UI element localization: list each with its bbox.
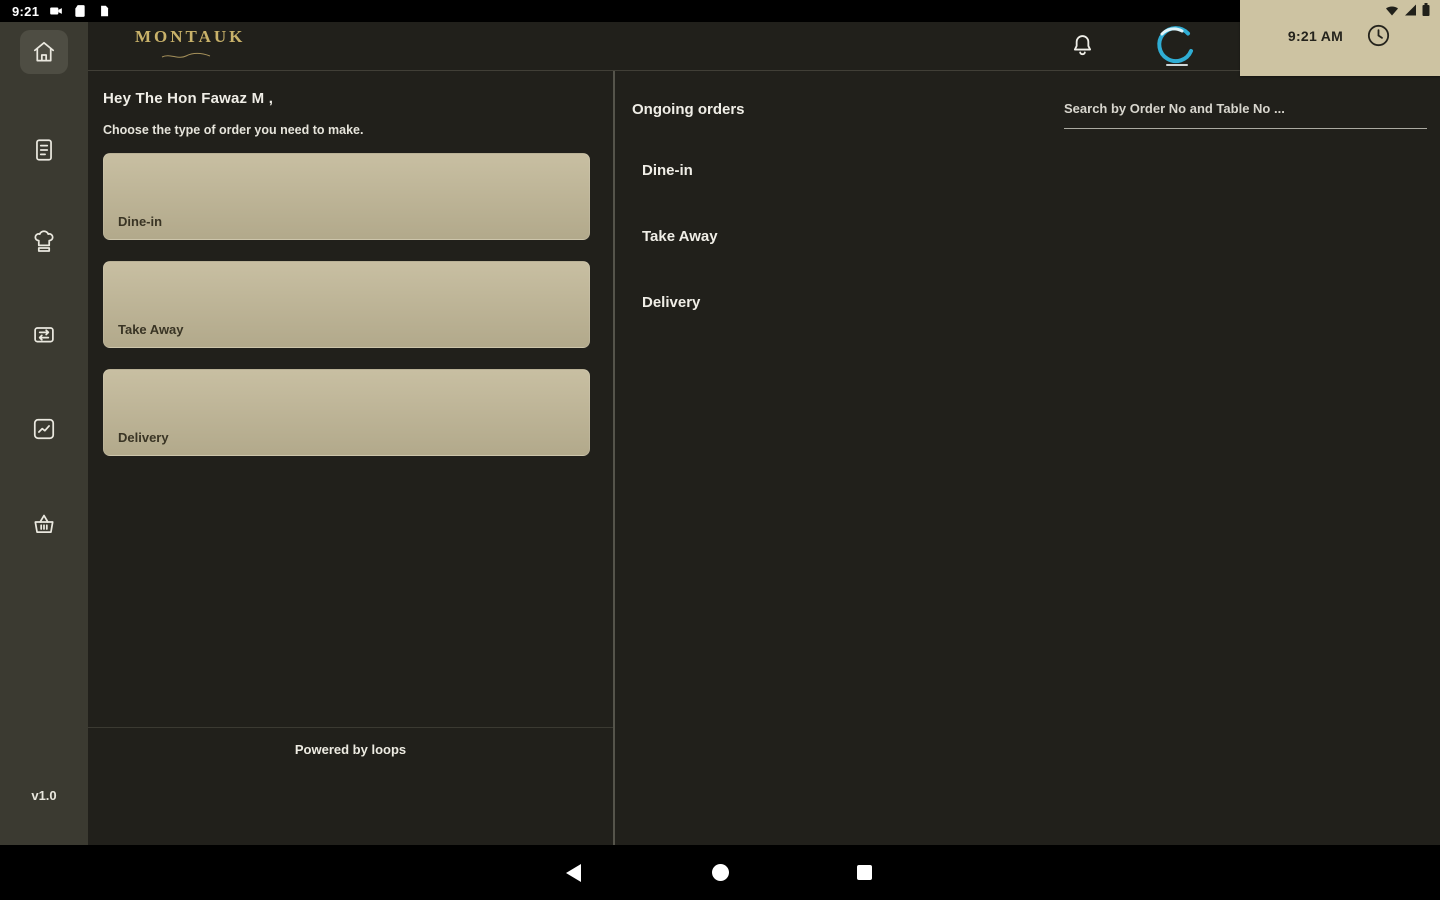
ongoing-orders-panel: Ongoing orders Dine-in Take Away Deliver… [615,71,1440,845]
sidebar-item-kitchen[interactable] [20,221,68,265]
sidebar-item-bills[interactable] [20,128,68,172]
section-take-away[interactable]: Take Away [642,225,718,249]
status-bar: 9:21 [0,0,1440,22]
screen-record-icon [50,7,63,15]
clock-display: 9:21 AM [1240,22,1440,49]
cell-signal-icon [1405,4,1416,15]
loops-logo-icon[interactable] [1148,24,1206,70]
chart-icon [33,418,55,440]
sidebar: v1.0 [0,22,88,845]
ongoing-orders-title: Ongoing orders [632,101,745,118]
sidebar-item-home[interactable] [20,30,68,74]
dine-in-button[interactable]: Dine-in [103,153,590,240]
app-header: MONTAUK [88,22,1440,71]
battery-icon [1422,3,1430,16]
wifi-icon [1386,5,1398,15]
sidebar-item-basket[interactable] [20,502,68,546]
sidebar-item-orders[interactable] [20,312,68,356]
brand-logo: MONTAUK [135,27,245,65]
home-icon [33,41,55,62]
powered-by: Powered by loops [294,742,407,757]
take-away-button-label: Take Away [118,322,184,337]
sim-icon [101,5,109,17]
chef-hat-icon [34,230,54,252]
app-version: v1.0 [31,788,57,803]
status-bar-left: 9:21 [0,4,111,19]
take-away-button[interactable]: Take Away [103,261,590,348]
sd-card-icon [75,5,85,17]
sidebar-item-reports[interactable] [20,407,68,451]
order-search-input[interactable] [1064,95,1427,129]
screen: 9:21 9:21 AM MONTAUK v1.0 Hey The Hon Fa… [0,0,1440,900]
main-content: Hey The Hon Fawaz M , Choose the type of… [88,71,1440,845]
section-delivery[interactable]: Delivery [642,291,718,315]
home-button[interactable] [712,864,729,881]
android-navigation-bar [0,845,1440,900]
clock-panel: 9:21 AM [1240,0,1440,76]
brand-name: MONTAUK [135,27,246,46]
greeting: Hey The Hon Fawaz M , [103,90,274,107]
dine-in-button-label: Dine-in [118,214,163,229]
bills-list-icon [36,139,52,161]
order-type-panel: Hey The Hon Fawaz M , Choose the type of… [88,71,615,845]
delivery-button-label: Delivery [118,430,169,445]
clock-time: 9:21 AM [1287,27,1344,44]
recents-button[interactable] [857,865,872,880]
section-dine-in[interactable]: Dine-in [642,159,718,183]
clock-icon [1368,24,1390,47]
order-sections: Dine-in Take Away Delivery [642,159,718,357]
delivery-button[interactable]: Delivery [103,369,590,456]
orders-transfer-icon [34,327,54,343]
back-button[interactable] [566,864,581,882]
greeting-subtitle: Choose the type of order you need to mak… [103,123,364,137]
basket-icon [34,514,54,533]
left-panel-footer: Powered by loops [88,727,613,845]
notifications-bell-icon[interactable] [1069,32,1096,59]
status-time: 9:21 [12,3,40,19]
clock-panel-status-icons [1385,3,1430,16]
brand-tagline-flourish [161,52,211,58]
